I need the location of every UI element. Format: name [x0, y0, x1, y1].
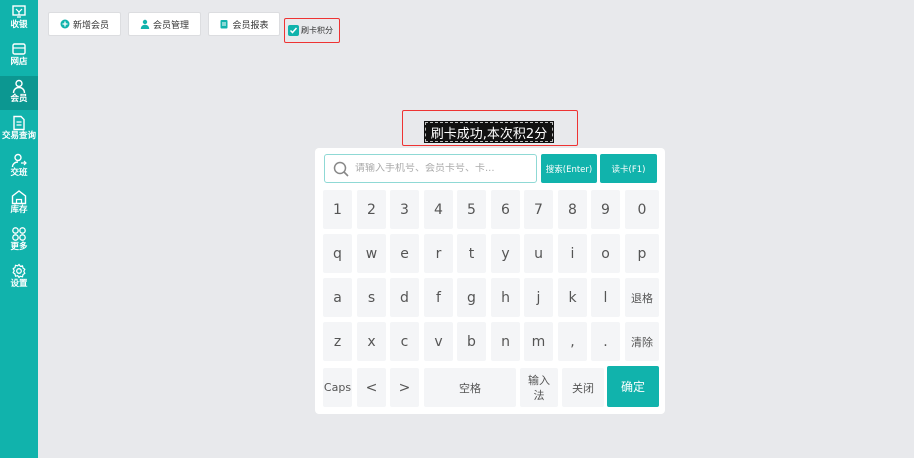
- key-row1-7[interactable]: 8: [558, 190, 587, 229]
- sidebar-item-settings[interactable]: 设置: [0, 261, 38, 295]
- sidebar-item-shift[interactable]: 交班: [0, 150, 38, 184]
- close-key[interactable]: 关闭: [562, 368, 604, 407]
- manage-members-button[interactable]: 会员管理: [128, 12, 201, 36]
- cursor-right-key[interactable]: >: [390, 368, 419, 407]
- sidebar-item-transactions[interactable]: 交易查询: [0, 113, 38, 147]
- key-row4-9[interactable]: 清除: [625, 322, 659, 361]
- space-key[interactable]: 空格: [424, 368, 516, 407]
- sidebar-item-label: 网店: [10, 57, 28, 67]
- cashier-icon: [12, 5, 26, 18]
- member-search-box[interactable]: [324, 154, 537, 183]
- sidebar: 收银 网店 会员 交易查询 交班 库存 更多 设置: [0, 0, 38, 458]
- key-row2-6[interactable]: u: [524, 234, 553, 273]
- key-row4-5[interactable]: n: [491, 322, 520, 361]
- swipe-points-label: 刷卡积分: [301, 26, 333, 35]
- sidebar-item-inventory[interactable]: 库存: [0, 187, 38, 221]
- key-row2-1[interactable]: w: [357, 234, 386, 273]
- read-card-button[interactable]: 读卡(F1): [600, 154, 657, 183]
- key-row3-2[interactable]: d: [390, 278, 419, 317]
- store-icon: [12, 43, 26, 55]
- checkbox-checked-icon[interactable]: [288, 25, 299, 36]
- key-row4-4[interactable]: b: [457, 322, 486, 361]
- sidebar-item-label: 设置: [10, 279, 28, 289]
- search-input[interactable]: [355, 163, 525, 174]
- member-report-label: 会员报表: [232, 20, 269, 31]
- gear-icon: [12, 263, 26, 279]
- key-row3-1[interactable]: s: [357, 278, 386, 317]
- key-row2-7[interactable]: i: [558, 234, 587, 273]
- key-row4-1[interactable]: x: [357, 322, 386, 361]
- key-row4-0[interactable]: z: [323, 322, 352, 361]
- manage-members-label: 会员管理: [152, 20, 189, 31]
- sidebar-item-more[interactable]: 更多: [0, 224, 38, 258]
- key-row2-4[interactable]: t: [457, 234, 486, 273]
- key-row2-2[interactable]: e: [390, 234, 419, 273]
- key-row3-0[interactable]: a: [323, 278, 352, 317]
- sidebar-item-member[interactable]: 会员: [0, 76, 38, 110]
- search-button[interactable]: 搜索(Enter): [541, 154, 597, 183]
- plus-circle-icon: [60, 19, 70, 29]
- sidebar-item-label: 库存: [10, 205, 28, 215]
- key-row3-7[interactable]: k: [558, 278, 587, 317]
- sidebar-item-store[interactable]: 网店: [0, 39, 38, 73]
- search-icon: [333, 161, 349, 177]
- key-row2-0[interactable]: q: [323, 234, 352, 273]
- key-row4-3[interactable]: v: [424, 322, 453, 361]
- add-member-button[interactable]: 新增会员: [48, 12, 121, 36]
- key-row3-3[interactable]: f: [424, 278, 453, 317]
- key-row3-9[interactable]: 退格: [625, 278, 659, 317]
- sidebar-item-label: 更多: [10, 242, 28, 252]
- report-icon: [220, 20, 228, 29]
- key-row4-7[interactable]: ,: [558, 322, 587, 361]
- key-row1-3[interactable]: 4: [424, 190, 453, 229]
- input-method-key[interactable]: 输入法: [520, 368, 558, 407]
- user-icon: [140, 19, 150, 29]
- key-row1-6[interactable]: 7: [524, 190, 553, 229]
- key-row3-8[interactable]: l: [591, 278, 620, 317]
- add-member-label: 新增会员: [72, 20, 109, 31]
- document-icon: [13, 115, 25, 131]
- sidebar-item-label: 交易查询: [1, 131, 36, 141]
- caps-key[interactable]: Caps: [323, 368, 352, 407]
- key-row2-5[interactable]: y: [491, 234, 520, 273]
- sidebar-item-label: 收银: [10, 20, 28, 30]
- key-row1-5[interactable]: 6: [491, 190, 520, 229]
- key-row1-1[interactable]: 2: [357, 190, 386, 229]
- grid-icon: [12, 227, 26, 241]
- key-row2-9[interactable]: p: [625, 234, 659, 273]
- key-row4-6[interactable]: m: [524, 322, 553, 361]
- key-row1-4[interactable]: 5: [457, 190, 486, 229]
- key-row3-4[interactable]: g: [457, 278, 486, 317]
- toast-message: 刷卡成功,本次积2分: [424, 121, 554, 143]
- key-row1-9[interactable]: 0: [625, 190, 659, 229]
- swipe-points-toggle[interactable]: 刷卡积分: [284, 18, 340, 43]
- key-row3-6[interactable]: j: [524, 278, 553, 317]
- key-row4-8[interactable]: .: [591, 322, 620, 361]
- sidebar-item-cashier[interactable]: 收银: [0, 2, 38, 36]
- key-row4-2[interactable]: c: [390, 322, 419, 361]
- key-row2-3[interactable]: r: [424, 234, 453, 273]
- member-icon: [12, 79, 26, 94]
- key-row2-8[interactable]: o: [591, 234, 620, 273]
- key-row3-5[interactable]: h: [491, 278, 520, 317]
- cursor-left-key[interactable]: <: [357, 368, 386, 407]
- key-row1-2[interactable]: 3: [390, 190, 419, 229]
- key-row1-8[interactable]: 9: [591, 190, 620, 229]
- warehouse-icon: [11, 190, 27, 205]
- confirm-key[interactable]: 确定: [607, 366, 659, 407]
- sidebar-item-label: 会员: [10, 94, 28, 104]
- sidebar-item-label: 交班: [10, 168, 28, 178]
- member-report-button[interactable]: 会员报表: [208, 12, 280, 36]
- shift-icon: [11, 153, 27, 168]
- key-row1-0[interactable]: 1: [323, 190, 352, 229]
